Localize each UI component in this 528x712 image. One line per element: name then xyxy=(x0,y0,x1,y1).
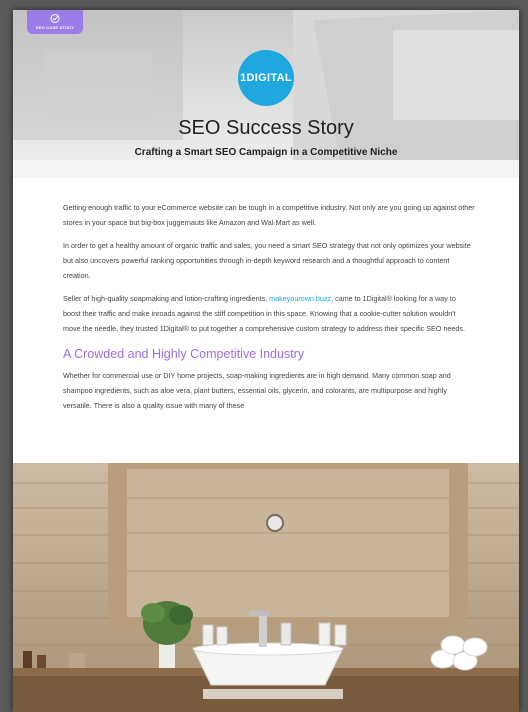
hero-banner: SEO CASE STUDY 1DIGITAL SEO Success Stor… xyxy=(13,10,519,178)
client-website-link[interactable]: makeyourown.buzz xyxy=(269,294,331,303)
badge-label: SEO CASE STUDY xyxy=(35,25,75,30)
paragraph-client-start: Seller of high-quality soapmaking and lo… xyxy=(63,294,270,303)
case-study-badge: SEO CASE STUDY xyxy=(27,10,83,34)
logo-text: 1DIGITAL xyxy=(240,72,292,84)
brand-logo: 1DIGITAL xyxy=(238,50,294,106)
bathroom-sink-photo xyxy=(13,463,519,712)
paragraph-client: Seller of high-quality soapmaking and lo… xyxy=(63,291,475,336)
paragraph-intro: Getting enough traffic to your eCommerce… xyxy=(63,203,475,227)
document-page: SEO CASE STUDY 1DIGITAL SEO Success Stor… xyxy=(13,10,519,712)
article-body: Getting enough traffic to your eCommerce… xyxy=(63,200,475,421)
target-icon xyxy=(50,14,60,23)
section-heading: A Crowded and Highly Competitive Industr… xyxy=(63,347,305,361)
page-subtitle: Crafting a Smart SEO Campaign in a Compe… xyxy=(134,147,398,158)
paragraph-industry: Whether for commercial use or DIY home p… xyxy=(63,371,451,410)
page-title: SEO Success Story xyxy=(178,117,354,139)
paragraph-strategy: In order to get a healthy amount of orga… xyxy=(63,241,471,280)
